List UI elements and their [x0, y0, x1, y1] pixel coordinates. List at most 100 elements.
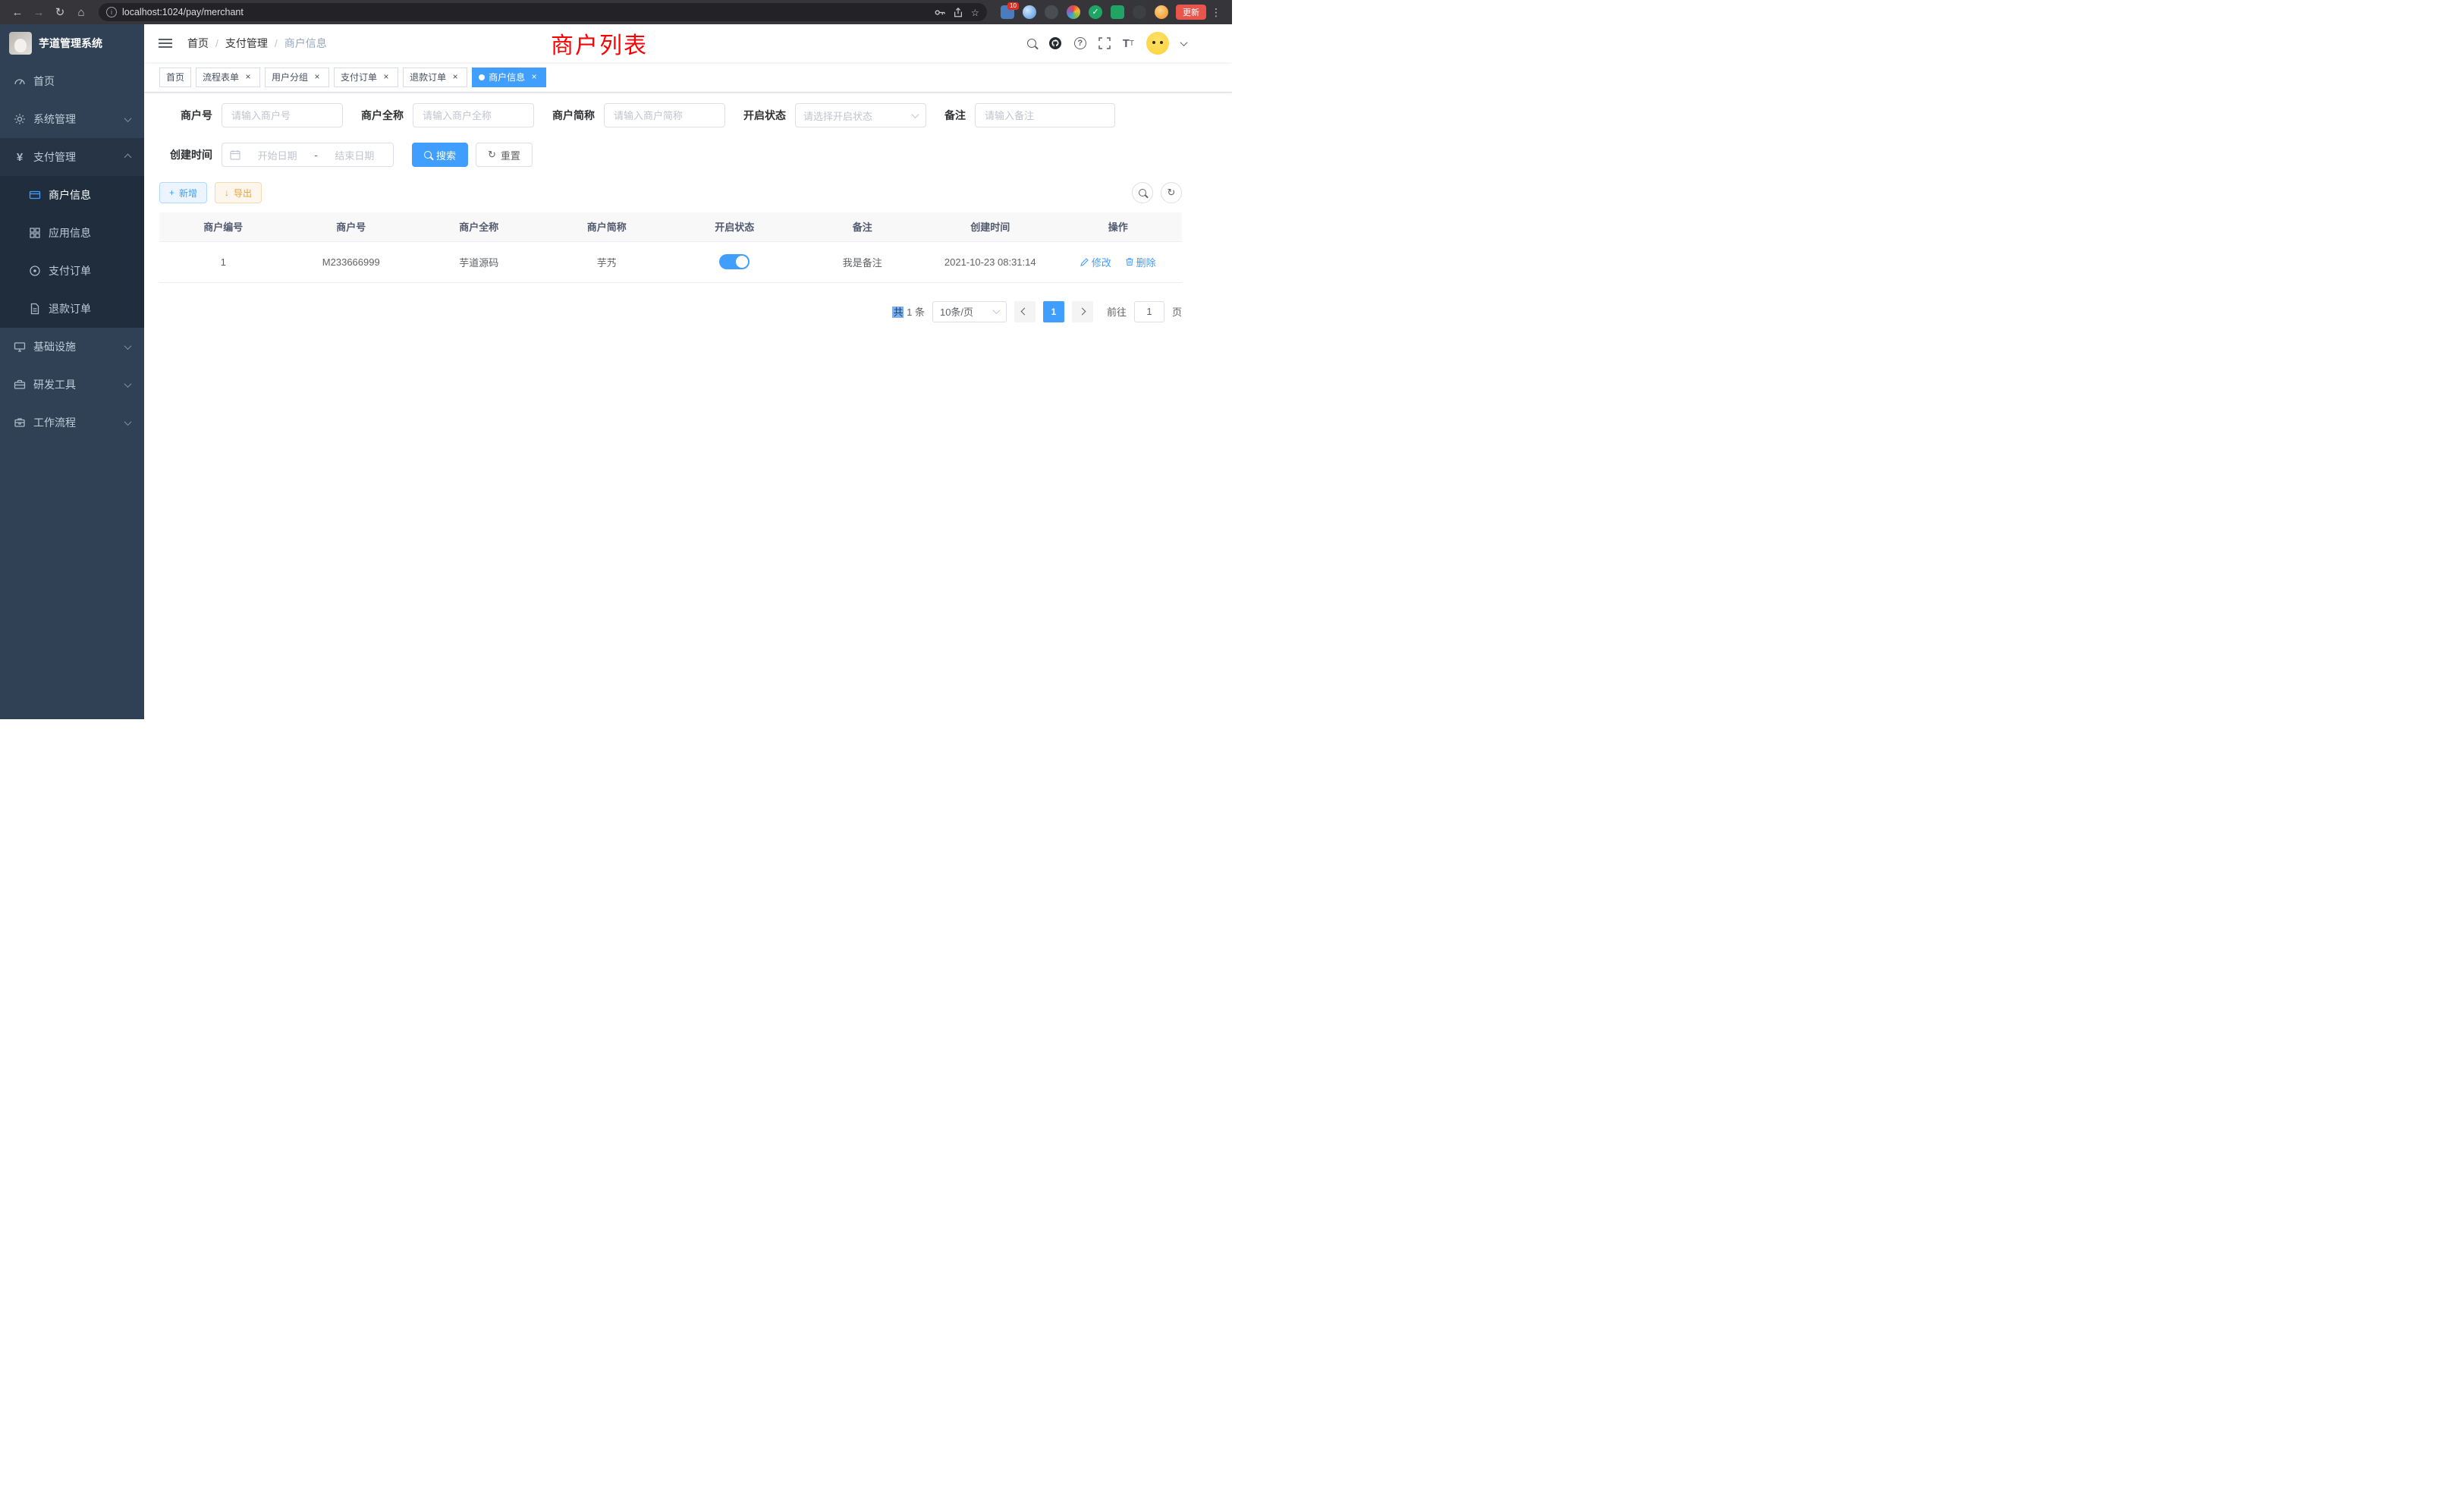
chevron-down-icon — [124, 380, 132, 388]
cell-status — [671, 241, 799, 282]
next-page-button[interactable] — [1072, 301, 1093, 322]
search-button[interactable]: 搜索 — [412, 143, 468, 167]
ext-avatar-icon[interactable] — [1155, 5, 1168, 19]
search-icon — [1139, 189, 1146, 196]
field-merchant-no: 商户号 — [159, 103, 343, 127]
sidebar-item-app-info[interactable]: 应用信息 — [0, 214, 144, 252]
browser-toolbar: ← → ↻ ⌂ i localhost:1024/pay/merchant ☆ … — [0, 0, 1232, 24]
merchant-no-input[interactable] — [222, 103, 343, 127]
ext-check-icon[interactable]: ✓ — [1089, 5, 1102, 19]
app-logo[interactable]: 芋道管理系统 — [0, 24, 144, 62]
export-button[interactable]: ↓ 导出 — [215, 182, 262, 203]
ext-dark-icon[interactable] — [1045, 5, 1058, 19]
total-count: 1 — [907, 306, 912, 318]
prev-page-button[interactable] — [1014, 301, 1036, 322]
browser-menu-icon[interactable]: ⋮ — [1211, 6, 1221, 19]
col-create-time: 创建时间 — [926, 212, 1054, 241]
forward-button[interactable]: → — [29, 2, 49, 22]
app-title: 芋道管理系统 — [39, 36, 102, 51]
calendar-icon — [230, 149, 240, 160]
sidebar-item-devtools[interactable]: 研发工具 — [0, 366, 144, 404]
cell-merchant-id: 1 — [159, 241, 288, 282]
home-button[interactable]: ⌂ — [71, 2, 91, 22]
chevron-down-icon — [124, 418, 132, 426]
toggle-search-button[interactable] — [1132, 182, 1153, 203]
breadcrumb-home[interactable]: 首页 — [187, 36, 209, 51]
document-icon — [29, 303, 41, 315]
refresh-icon: ↻ — [488, 149, 496, 161]
field-short-name: 商户简称 — [552, 103, 725, 127]
help-icon[interactable]: ? — [1074, 37, 1086, 49]
sidebar-item-infra[interactable]: 基础设施 — [0, 328, 144, 366]
ext-pin-icon[interactable] — [1133, 5, 1146, 19]
full-name-label: 商户全称 — [361, 108, 404, 123]
bookmark-star-icon[interactable]: ☆ — [971, 7, 979, 18]
close-icon[interactable]: × — [381, 72, 391, 83]
download-icon: ↓ — [225, 187, 229, 198]
reset-button[interactable]: ↻ 重置 — [476, 143, 533, 167]
edit-button[interactable]: 修改 — [1080, 255, 1111, 269]
close-icon[interactable]: × — [312, 72, 322, 83]
breadcrumb-payment[interactable]: 支付管理 — [225, 36, 268, 51]
delete-button[interactable]: 删除 — [1125, 255, 1156, 269]
chrome-update-button[interactable]: 更新 — [1176, 5, 1206, 20]
chevron-down-icon — [912, 111, 919, 118]
ext-drop-icon[interactable] — [1023, 5, 1036, 19]
avatar-caret-icon[interactable] — [1180, 39, 1188, 46]
reload-button[interactable]: ↻ — [50, 2, 70, 22]
ext-puzzle-icon[interactable]: 10 — [1001, 5, 1014, 19]
sidebar-toggle-icon[interactable] — [156, 36, 175, 51]
search-icon[interactable] — [1027, 39, 1036, 48]
annotation-merchant-list: 商户列表 — [551, 27, 648, 60]
sidebar-item-system[interactable]: 系统管理 — [0, 100, 144, 138]
key-icon[interactable] — [934, 7, 945, 18]
sidebar-item-refund-order[interactable]: 退款订单 — [0, 290, 144, 328]
sidebar: 芋道管理系统 首页 系统管理 ¥ 支付管理 商户信息 应用信息 — [0, 24, 144, 719]
sidebar-item-workflow[interactable]: 工作流程 — [0, 404, 144, 442]
add-button[interactable]: + 新增 — [159, 182, 207, 203]
close-icon[interactable]: × — [529, 72, 539, 83]
col-merchant-no: 商户号 — [288, 212, 416, 241]
tab-merchant-info[interactable]: 商户信息× — [472, 68, 546, 87]
tab-pay-order[interactable]: 支付订单× — [334, 68, 398, 87]
full-name-input[interactable] — [413, 103, 534, 127]
fullscreen-icon[interactable] — [1098, 37, 1111, 49]
status-toggle[interactable] — [719, 254, 750, 269]
cell-actions: 修改 删除 — [1054, 241, 1183, 282]
pagination: 共 1 条 10条/页 1 前往 页 — [159, 301, 1182, 322]
close-icon[interactable]: × — [450, 72, 460, 83]
sidebar-item-home[interactable]: 首页 — [0, 62, 144, 100]
tab-user-group[interactable]: 用户分组× — [265, 68, 329, 87]
payment-submenu: 商户信息 应用信息 支付订单 退款订单 — [0, 176, 144, 328]
status-select[interactable]: 请选择开启状态 — [795, 103, 926, 127]
page-number-1[interactable]: 1 — [1043, 301, 1064, 322]
share-icon[interactable] — [953, 7, 963, 18]
status-label: 开启状态 — [743, 108, 786, 123]
active-tab-dot — [479, 74, 485, 80]
sidebar-item-payment[interactable]: ¥ 支付管理 — [0, 138, 144, 176]
col-status: 开启状态 — [671, 212, 799, 241]
back-button[interactable]: ← — [8, 2, 27, 22]
trash-icon — [1125, 257, 1134, 266]
close-icon[interactable]: × — [243, 72, 253, 83]
font-size-icon[interactable]: TT — [1123, 37, 1134, 50]
sidebar-item-pay-order[interactable]: 支付订单 — [0, 252, 144, 290]
user-avatar[interactable] — [1146, 32, 1169, 55]
page-size-select[interactable]: 10条/页 — [932, 301, 1007, 322]
sidebar-item-merchant-info[interactable]: 商户信息 — [0, 176, 144, 214]
ext-note-icon[interactable] — [1111, 5, 1124, 19]
date-range-picker[interactable]: 开始日期 - 结束日期 — [222, 143, 394, 167]
site-info-icon[interactable]: i — [106, 7, 117, 17]
ext-rainbow-icon[interactable] — [1067, 5, 1080, 19]
refresh-table-button[interactable]: ↻ — [1161, 182, 1182, 203]
yen-icon: ¥ — [14, 151, 26, 164]
short-name-input[interactable] — [604, 103, 725, 127]
tab-process-form[interactable]: 流程表单× — [196, 68, 260, 87]
tags-view-bar: 首页 流程表单× 用户分组× 支付订单× 退款订单× 商户信息× — [144, 62, 1232, 93]
tab-home[interactable]: 首页 — [159, 68, 191, 87]
github-icon[interactable] — [1048, 36, 1062, 50]
goto-page-input[interactable] — [1134, 301, 1164, 322]
tab-refund-order[interactable]: 退款订单× — [403, 68, 467, 87]
remark-input[interactable] — [975, 103, 1115, 127]
address-bar[interactable]: i localhost:1024/pay/merchant ☆ — [99, 3, 987, 21]
